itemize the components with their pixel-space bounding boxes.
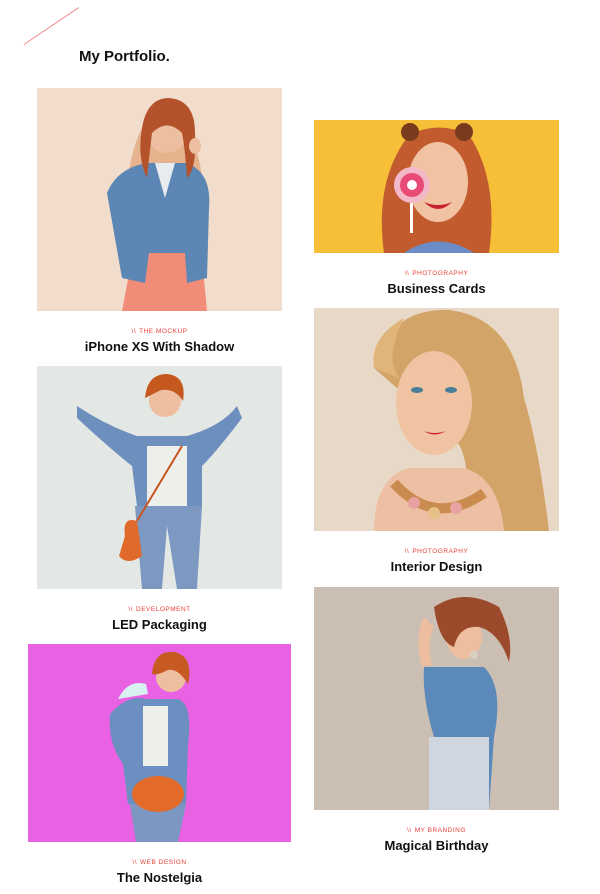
portfolio-image-woman-lollipop[interactable] [314,120,559,253]
category-label: \\ My Branding [407,827,466,834]
portfolio-title[interactable]: The Nostelgia [28,870,291,886]
portfolio-title[interactable]: Business Cards [314,281,559,297]
category-label: \\ Development [128,606,191,613]
portfolio-card[interactable]: \\ My Branding Magical Birthday [314,587,559,854]
portfolio-image-woman-denim-jacket[interactable] [37,88,282,311]
portfolio-heading: My Portfolio. [79,48,170,65]
category-label: \\ Web Design [132,859,187,866]
portfolio-card[interactable]: \\ Photography Interior Design [314,308,559,575]
portfolio-image-woman-profile-denim[interactable] [314,587,559,810]
portfolio-title[interactable]: LED Packaging [37,617,282,633]
decorative-line [23,7,79,45]
portfolio-card[interactable]: \\ Photography Business Cards [314,120,559,297]
portfolio-title[interactable]: Interior Design [314,559,559,575]
portfolio-image-woman-pink-background[interactable] [28,644,291,842]
portfolio-title[interactable]: Magical Birthday [314,838,559,854]
portfolio-image-woman-orange-bag[interactable] [37,366,282,589]
category-label: \\ The Mockup [131,328,188,335]
portfolio-card[interactable]: \\ Web Design The Nostelgia [28,644,291,886]
portfolio-title[interactable]: iPhone XS With Shadow [37,339,282,355]
category-label: \\ Photography [404,548,469,555]
portfolio-card[interactable]: \\ Development LED Packaging [37,366,282,633]
portfolio-image-woman-blonde-curls[interactable] [314,308,559,531]
portfolio-card[interactable]: \\ The Mockup iPhone XS With Shadow [37,88,282,355]
category-label: \\ Photography [404,270,469,277]
